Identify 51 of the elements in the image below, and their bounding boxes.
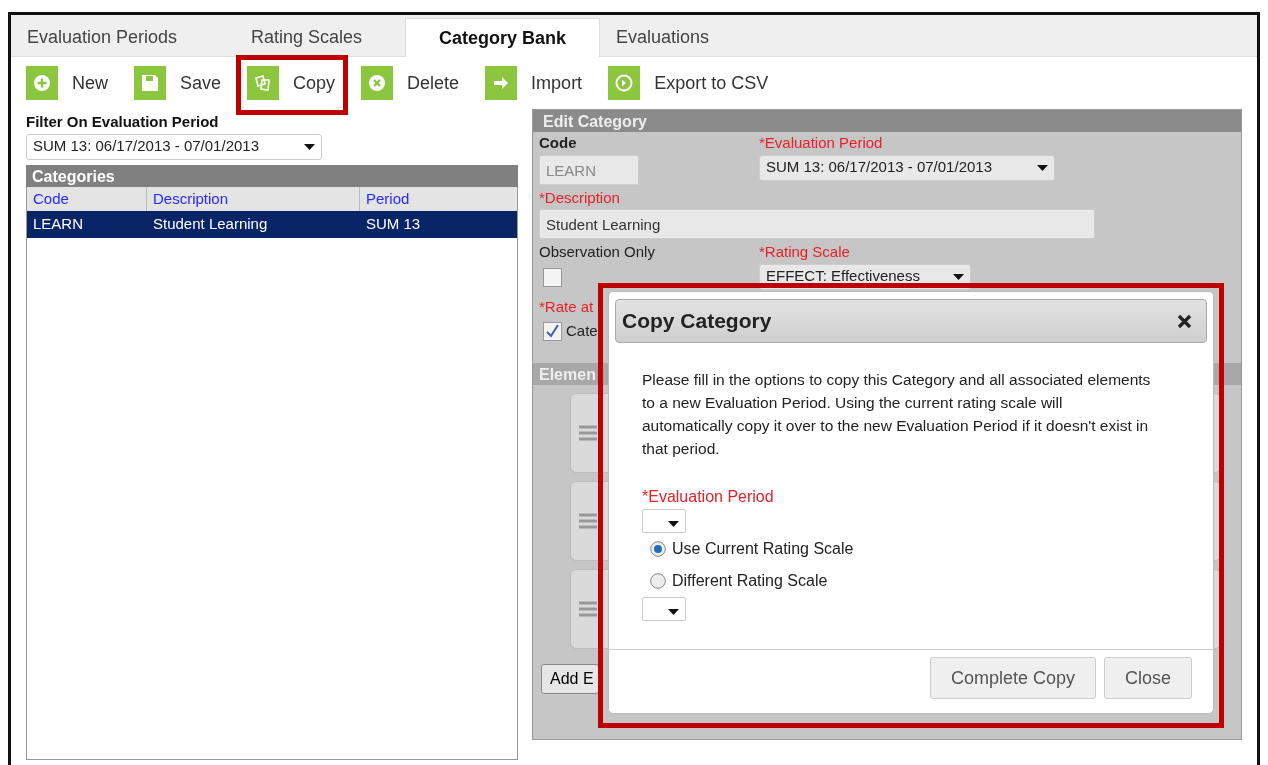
toolbar-button[interactable]: Delete	[361, 63, 460, 103]
panel-header: Categories	[26, 164, 518, 187]
radio-button[interactable]	[650, 541, 666, 557]
caret-icon	[668, 521, 679, 527]
toolbar-button[interactable]: Copy	[247, 63, 336, 103]
dialog-title: Copy Category	[622, 308, 772, 335]
option-label: Cate	[566, 321, 598, 341]
tab[interactable]: Evaluations	[600, 18, 760, 57]
toolbar-button[interactable]: Save	[134, 63, 222, 103]
dialog-button[interactable]: Close	[1103, 657, 1192, 699]
toolbar-button[interactable]: Import	[485, 63, 583, 103]
field-label: Observation Only	[539, 242, 656, 262]
caret-icon	[304, 143, 315, 150]
caret-icon	[953, 273, 964, 280]
pages-icon	[254, 74, 273, 92]
delete-icon	[368, 74, 387, 92]
dialog-button[interactable]: Complete Copy	[929, 657, 1096, 699]
caret-icon	[668, 609, 679, 615]
checkbox[interactable]	[543, 268, 562, 288]
plus-icon	[33, 74, 51, 92]
drag-handle-icon[interactable]	[579, 512, 597, 529]
tab[interactable]: Rating Scales	[235, 18, 405, 57]
field-label: *Rate at	[539, 296, 595, 317]
field-label: Code	[539, 133, 578, 153]
drag-handle-icon[interactable]	[579, 424, 597, 441]
table-row[interactable]: LEARN Student Learning SUM 13	[27, 211, 517, 238]
column-header[interactable]: Period	[360, 186, 510, 211]
period-select[interactable]	[642, 509, 686, 533]
checked-checkbox[interactable]	[543, 321, 562, 341]
field-label: *Description	[539, 187, 621, 208]
tab[interactable]: Category Bank	[405, 18, 600, 57]
caret-icon	[1037, 164, 1048, 171]
panel-header: Edit Category	[533, 110, 1241, 132]
filter-label: Filter On Evaluation Period	[26, 112, 220, 132]
drag-handle-icon[interactable]	[579, 600, 597, 617]
radio-button[interactable]	[650, 573, 666, 589]
period-select[interactable]: SUM 13: 06/17/2013 - 07/01/2013	[759, 154, 1055, 181]
close-icon[interactable]	[1177, 313, 1192, 329]
option-label: Different Rating Scale	[672, 571, 828, 591]
field-label: *Rating Scale	[759, 242, 851, 262]
arrow-right-icon	[492, 74, 511, 92]
tab[interactable]: Evaluation Periods	[11, 18, 235, 57]
field-label: *Evaluation Period	[642, 487, 775, 507]
toolbar-button[interactable]: Export to CSV	[608, 63, 769, 103]
scale-select[interactable]	[642, 597, 686, 621]
toolbar-button[interactable]: New	[26, 63, 108, 103]
description-field[interactable]: Student Learning	[539, 209, 1095, 239]
field-label: *Evaluation Period	[759, 133, 884, 153]
option-label: Use Current Rating Scale	[672, 539, 854, 559]
add-button[interactable]: Add E	[541, 663, 599, 694]
period-select[interactable]: SUM 13: 06/17/2013 - 07/01/2013	[26, 133, 322, 160]
